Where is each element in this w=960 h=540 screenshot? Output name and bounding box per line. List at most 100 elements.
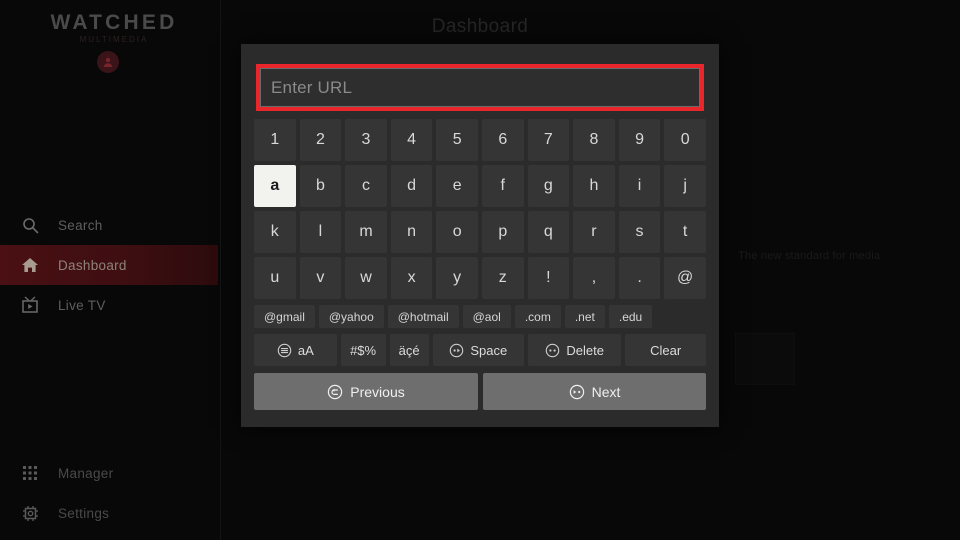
sidebar-secondary-group: Manager Settings xyxy=(0,453,220,540)
keyboard-row-letters-3: u v w x y z ! , . @ xyxy=(254,257,706,299)
key-domain-com[interactable]: .com xyxy=(514,305,561,328)
button-label: Previous xyxy=(350,383,405,400)
sidebar-item-exit[interactable]: Exit xyxy=(0,533,220,540)
key-t[interactable]: t xyxy=(664,211,706,253)
key-4[interactable]: 4 xyxy=(390,119,433,161)
keyboard-row-letters-2: k l m n o p q r s t xyxy=(254,211,706,253)
sidebar-item-label: Live TV xyxy=(58,297,106,313)
tv-icon xyxy=(20,295,40,315)
key-domain-edu[interactable]: .edu xyxy=(608,305,653,328)
sidebar: Search Dashboard Live TV Manager Setting… xyxy=(0,0,220,540)
previous-button[interactable]: Previous xyxy=(254,373,478,410)
key-3[interactable]: 3 xyxy=(345,119,387,161)
content-divider xyxy=(220,0,221,540)
key-z[interactable]: z xyxy=(481,257,524,299)
keyboard-row-digits: 1 2 3 4 5 6 7 8 9 0 xyxy=(254,119,706,161)
url-input[interactable]: Enter URL xyxy=(260,68,700,107)
space-circle-icon xyxy=(449,343,464,358)
key-domain-yahoo[interactable]: @yahoo xyxy=(318,305,384,328)
sidebar-item-label: Search xyxy=(58,217,103,233)
key-u[interactable]: u xyxy=(254,257,296,299)
key-r[interactable]: r xyxy=(573,211,615,253)
key-domain-gmail[interactable]: @gmail xyxy=(254,305,315,328)
delete-circle-icon xyxy=(545,343,560,358)
key-5[interactable]: 5 xyxy=(436,119,478,161)
key-y[interactable]: y xyxy=(436,257,478,299)
key-w[interactable]: w xyxy=(345,257,387,299)
key-space[interactable]: Space xyxy=(432,334,524,366)
key-o[interactable]: o xyxy=(436,211,478,253)
key-accents[interactable]: äçé xyxy=(389,334,429,366)
keyboard-row-domains: @gmail @yahoo @hotmail @aol .com .net .e… xyxy=(254,305,706,328)
key-label: Space xyxy=(470,342,508,358)
key-exclamation[interactable]: ! xyxy=(527,257,570,299)
key-g[interactable]: g xyxy=(527,165,570,207)
sidebar-item-label: Settings xyxy=(58,505,110,521)
sidebar-item-label: Manager xyxy=(58,465,114,481)
key-9[interactable]: 9 xyxy=(618,119,661,161)
key-domain-net[interactable]: .net xyxy=(564,305,605,328)
key-h[interactable]: h xyxy=(573,165,615,207)
back-circle-icon xyxy=(327,384,343,400)
background-tagline: The new standard for media xyxy=(738,250,881,262)
app-root: WATCHED MULTIMEDIA Dashboard The new sta… xyxy=(0,0,960,540)
key-8[interactable]: 8 xyxy=(573,119,615,161)
key-label: Delete xyxy=(566,342,604,358)
key-p[interactable]: p xyxy=(481,211,524,253)
key-c[interactable]: c xyxy=(345,165,387,207)
key-q[interactable]: q xyxy=(527,211,570,253)
key-n[interactable]: n xyxy=(390,211,433,253)
key-7[interactable]: 7 xyxy=(527,119,570,161)
search-icon xyxy=(20,215,40,235)
key-f[interactable]: f xyxy=(481,165,524,207)
key-clear[interactable]: Clear xyxy=(625,334,706,366)
key-d[interactable]: d xyxy=(390,165,433,207)
key-s[interactable]: s xyxy=(618,211,661,253)
sidebar-item-dashboard[interactable]: Dashboard xyxy=(0,245,218,285)
key-0[interactable]: 0 xyxy=(664,119,706,161)
next-button[interactable]: Next xyxy=(483,373,706,410)
background-card xyxy=(735,333,795,385)
key-symbols[interactable]: #$% xyxy=(340,334,386,366)
home-icon xyxy=(20,255,40,275)
sidebar-item-label: Dashboard xyxy=(58,257,127,273)
key-2[interactable]: 2 xyxy=(299,119,342,161)
url-keyboard-dialog: Enter URL 1 2 3 4 5 6 7 8 9 0 a b c d e xyxy=(241,44,719,427)
sidebar-item-manager[interactable]: Manager xyxy=(0,453,220,493)
keyboard-row-functions: aA #$% äçé Space Delete Clear xyxy=(254,334,706,366)
sidebar-primary-group: Search Dashboard Live TV xyxy=(0,205,220,325)
dialog-action-buttons: Previous Next xyxy=(254,373,706,410)
sidebar-item-settings[interactable]: Settings xyxy=(0,493,220,533)
keyboard-row-letters-1: a b c d e f g h i j xyxy=(254,165,706,207)
sidebar-item-live-tv[interactable]: Live TV xyxy=(0,285,220,325)
key-b[interactable]: b xyxy=(299,165,342,207)
gear-icon xyxy=(20,503,40,523)
key-domain-aol[interactable]: @aol xyxy=(462,305,511,328)
key-label: aA xyxy=(297,342,314,358)
key-j[interactable]: j xyxy=(664,165,706,207)
button-label: Next xyxy=(591,383,621,400)
forward-circle-icon xyxy=(569,384,585,400)
onscreen-keyboard: 1 2 3 4 5 6 7 8 9 0 a b c d e f g h i j … xyxy=(254,119,706,414)
key-v[interactable]: v xyxy=(299,257,342,299)
menu-circle-icon xyxy=(277,343,292,358)
key-comma[interactable]: , xyxy=(573,257,615,299)
key-k[interactable]: k xyxy=(254,211,296,253)
key-domain-hotmail[interactable]: @hotmail xyxy=(387,305,459,328)
key-6[interactable]: 6 xyxy=(481,119,524,161)
key-i[interactable]: i xyxy=(618,165,661,207)
grid-icon xyxy=(20,463,40,483)
key-delete[interactable]: Delete xyxy=(528,334,622,366)
url-input-wrapper[interactable]: Enter URL xyxy=(256,64,704,111)
key-at[interactable]: @ xyxy=(664,257,706,299)
sidebar-item-search[interactable]: Search xyxy=(0,205,220,245)
key-1[interactable]: 1 xyxy=(254,119,296,161)
key-l[interactable]: l xyxy=(299,211,342,253)
key-x[interactable]: x xyxy=(390,257,433,299)
key-a[interactable]: a xyxy=(254,165,296,207)
url-input-placeholder: Enter URL xyxy=(271,77,353,97)
key-period[interactable]: . xyxy=(618,257,661,299)
key-m[interactable]: m xyxy=(345,211,387,253)
key-shift-case[interactable]: aA xyxy=(254,334,337,366)
key-e[interactable]: e xyxy=(436,165,478,207)
